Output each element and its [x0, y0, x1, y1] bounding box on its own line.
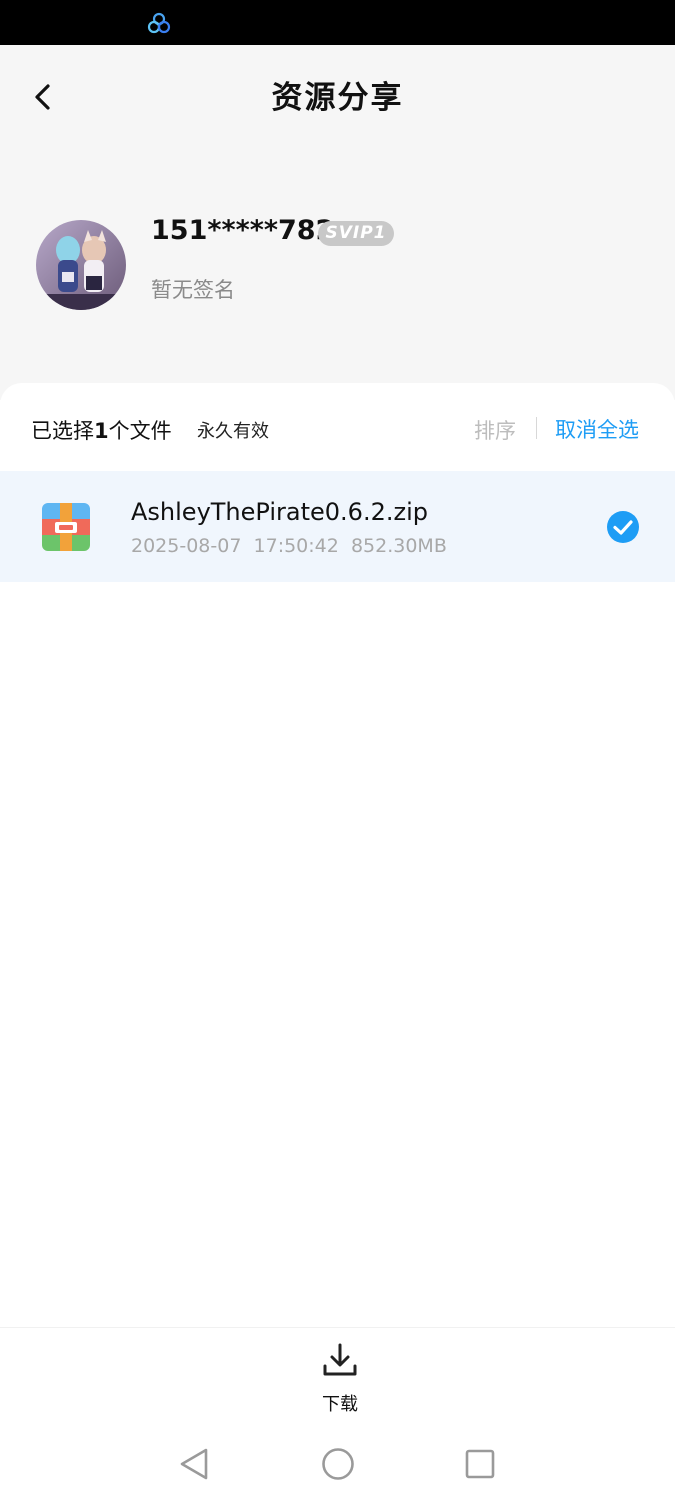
file-size: 852.30MB	[350, 535, 447, 557]
selected-prefix: 已选择	[31, 419, 94, 443]
nav-recent-square-icon[interactable]	[465, 1449, 495, 1479]
validity-label: 永久有效	[197, 421, 269, 442]
signature: 暂无签名	[151, 278, 235, 302]
cloud-rings-icon	[147, 12, 171, 34]
bottom-action-bar: 下载	[0, 1327, 675, 1428]
system-nav-bar	[0, 1427, 675, 1500]
nav-back-triangle-icon[interactable]	[178, 1447, 210, 1481]
selected-suffix: 个文件	[108, 419, 172, 443]
file-date: 2025-08-07	[131, 535, 242, 557]
vip-badge: SVIP1	[318, 221, 394, 246]
avatar[interactable]	[36, 220, 126, 310]
download-icon	[323, 1343, 357, 1376]
avatar-image	[36, 220, 126, 310]
download-button[interactable]: 下载	[300, 1338, 380, 1418]
selected-count: 已选择1个文件	[31, 415, 172, 445]
zip-archive-icon	[42, 503, 90, 551]
page-title: 资源分享	[271, 80, 404, 116]
download-label: 下载	[322, 1394, 358, 1415]
file-row[interactable]: AshleyThePirate0.6.2.zip 2025-08-07 17:5…	[0, 471, 675, 582]
status-bar	[0, 0, 675, 45]
file-time: 17:50:42	[253, 535, 339, 557]
nav-home-circle-icon[interactable]	[321, 1447, 355, 1481]
deselect-all-button[interactable]: 取消全选	[555, 414, 639, 444]
divider	[536, 417, 537, 439]
checkmark-circle-icon[interactable]	[606, 510, 640, 544]
username: 151*****782	[151, 215, 335, 246]
selected-count-number: 1	[94, 419, 109, 443]
sort-button[interactable]: 排序	[474, 415, 516, 445]
file-name: AshleyThePirate0.6.2.zip	[131, 498, 428, 526]
file-meta: 2025-08-07 17:50:42 852.30MB	[131, 535, 447, 557]
